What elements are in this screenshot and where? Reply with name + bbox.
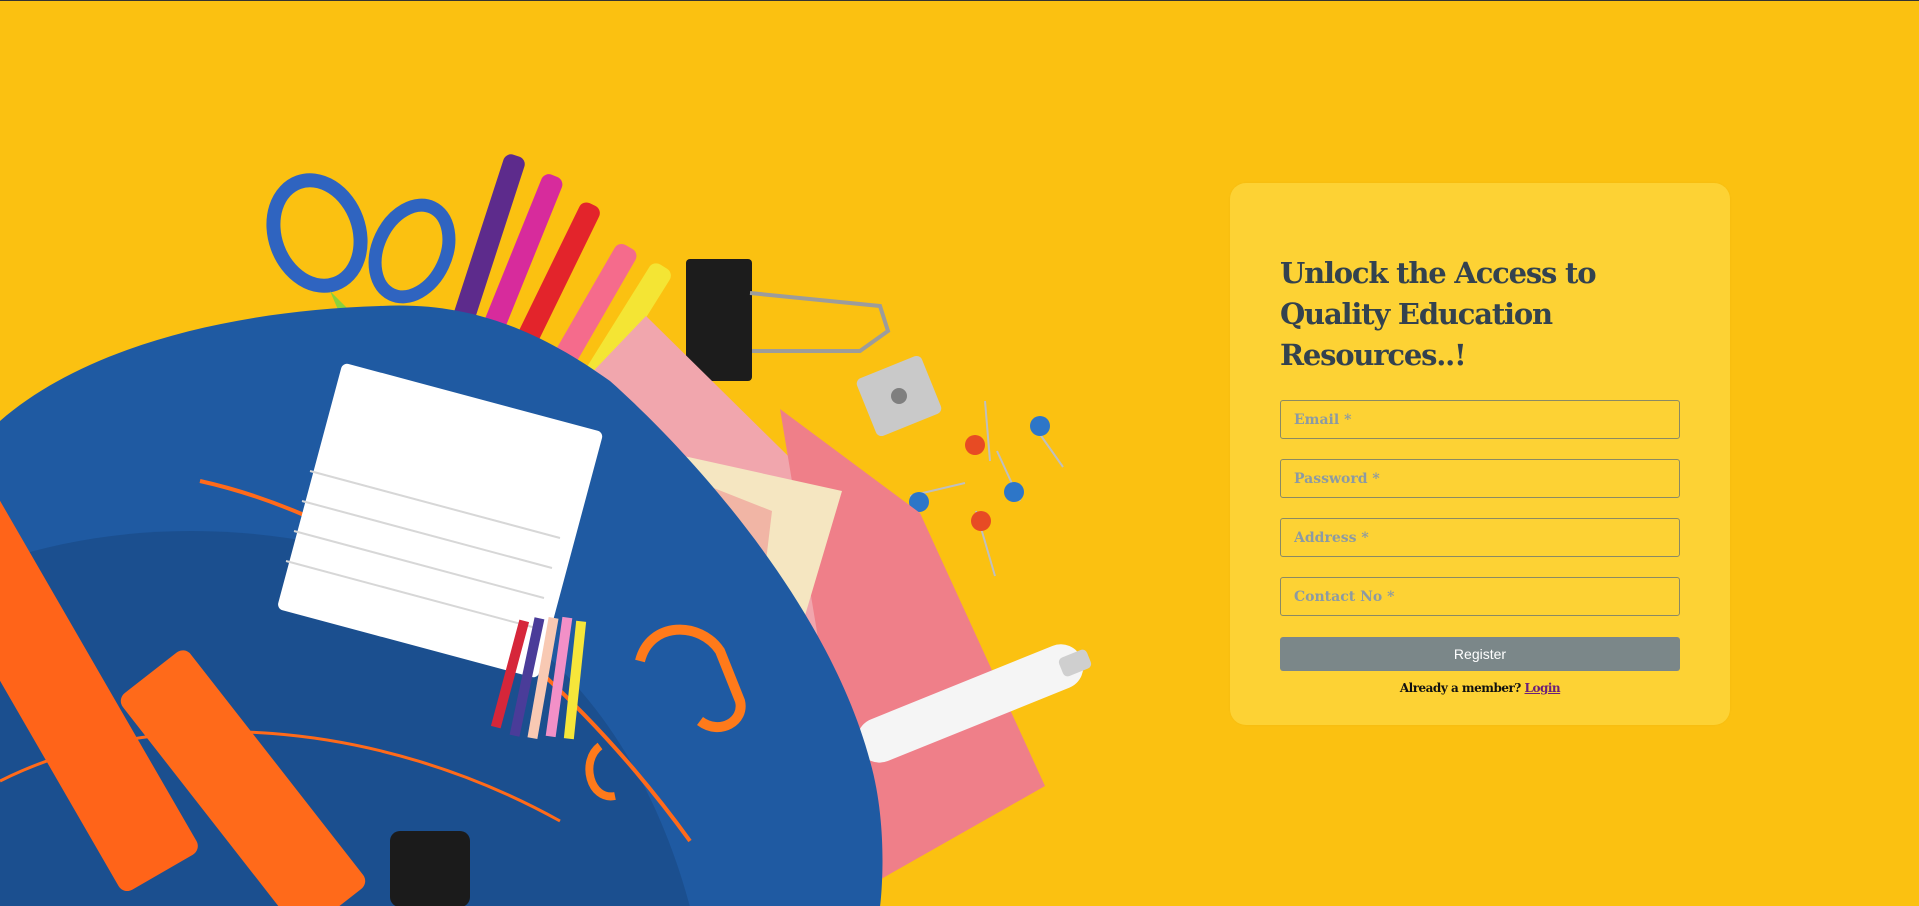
- email-field[interactable]: [1280, 400, 1680, 439]
- register-card: Unlock the Access to Quality Education R…: [1230, 183, 1730, 725]
- password-field[interactable]: [1280, 459, 1680, 498]
- contact-field[interactable]: [1280, 577, 1680, 616]
- scissors-icon: [266, 173, 456, 326]
- member-text: Already a member?: [1399, 681, 1522, 695]
- member-prompt: Already a member? Login: [1280, 681, 1680, 695]
- sharpener-icon: [856, 355, 942, 437]
- hero-school-supplies-image: [0, 154, 1092, 906]
- login-link[interactable]: Login: [1525, 681, 1561, 695]
- register-form: Unlock the Access to Quality Education R…: [1280, 253, 1680, 695]
- binder-clip-icon: [686, 259, 891, 381]
- address-field[interactable]: [1280, 518, 1680, 557]
- register-button[interactable]: Register: [1280, 637, 1680, 671]
- form-title: Unlock the Access to Quality Education R…: [1280, 256, 1597, 372]
